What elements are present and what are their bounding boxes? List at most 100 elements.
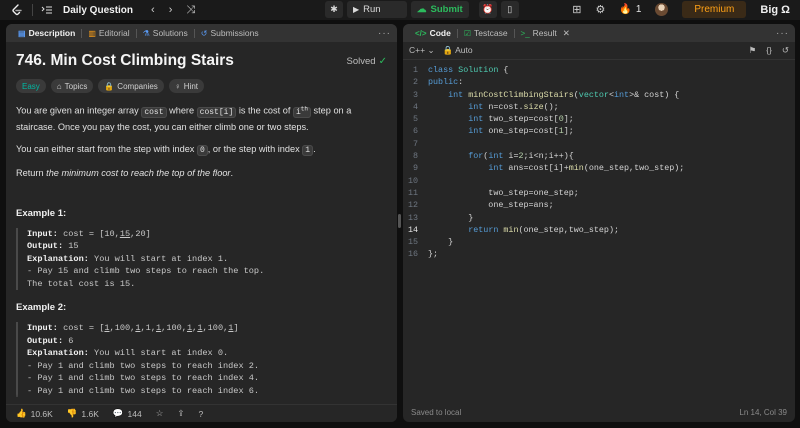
big-o-brand[interactable]: Big Ω	[760, 4, 790, 16]
dislike-button[interactable]: 👎 1.6K	[67, 408, 99, 419]
notes-button[interactable]: ▯	[500, 1, 519, 18]
chevron-right-icon[interactable]: ›	[169, 4, 173, 16]
description-paragraph: You are given an integer array cost wher…	[16, 102, 387, 134]
tab-solutions[interactable]: ⚗ Solutions	[137, 24, 194, 42]
code-text: public:	[428, 77, 464, 88]
topics-tag[interactable]: ⌂ Topics	[50, 79, 94, 93]
thumbs-up-icon: 👍	[16, 408, 27, 418]
tab-code[interactable]: </> Code	[409, 24, 457, 42]
code-line[interactable]: 10	[403, 175, 795, 187]
share-button[interactable]: ⇪	[177, 408, 184, 419]
timer-button[interactable]: ⏰	[478, 1, 497, 18]
code-line[interactable]: 6 int one_step=cost[1];	[403, 125, 795, 137]
flask-icon: ⚗	[142, 28, 150, 38]
code-line[interactable]: 15 }	[403, 236, 795, 248]
text: is the cost of	[236, 105, 293, 116]
hint-tag[interactable]: ♀ Hint	[168, 79, 204, 93]
code-line[interactable]: 14 return min(one_step,two_step);	[403, 224, 795, 236]
streak-counter[interactable]: 🔥 1	[619, 4, 641, 15]
star-icon: ☆	[155, 408, 164, 418]
avatar[interactable]	[655, 3, 669, 16]
tab-label: Testcase	[474, 28, 508, 38]
favorite-button[interactable]: ☆	[156, 408, 164, 419]
tab-submissions[interactable]: ↺ Submissions	[195, 24, 265, 42]
debug-button[interactable]: ✱	[325, 1, 343, 18]
autocomplete-toggle[interactable]: 🔒 Auto	[443, 45, 473, 56]
left-tab-bar: ▤ Description ▥ Editorial ⚗ Solutions ↺ …	[6, 24, 397, 42]
problem-description: You are given an integer array cost wher…	[16, 102, 387, 180]
braces-icon[interactable]: {}	[766, 45, 772, 56]
tab-label: Editorial	[98, 28, 130, 38]
solved-status: Solved ✓	[347, 56, 387, 67]
code-text: };	[428, 249, 439, 260]
code-line[interactable]: 3 int minCostClimbingStairs(vector<int>&…	[403, 89, 795, 101]
more-options-icon[interactable]: ···	[378, 28, 391, 39]
code-line[interactable]: 8 for(int i=2;i<n;i++){	[403, 150, 795, 162]
text: ]	[233, 323, 239, 334]
code-line[interactable]: 7	[403, 138, 795, 150]
run-button[interactable]: ▶ Run	[347, 1, 407, 18]
chevron-down-icon: ⌄	[427, 45, 435, 55]
label: Input:	[27, 323, 58, 334]
code-editor[interactable]: 1 class Solution {2 public: 3 int minCostCl…	[403, 60, 795, 385]
companies-tag[interactable]: 🔒 Companies	[98, 79, 164, 93]
tab-label: Code	[429, 28, 451, 38]
play-icon: ▶	[353, 5, 360, 14]
problem-title[interactable]: 746. Min Cost Climbing Stairs	[16, 52, 234, 70]
daily-question-title[interactable]: Daily Question	[63, 5, 133, 16]
divider	[32, 4, 33, 16]
text: , or the step with index	[207, 143, 303, 154]
code-line[interactable]: 13 }	[403, 212, 795, 224]
shuffle-icon[interactable]: ⤨	[186, 4, 195, 17]
line-number: 15	[407, 237, 418, 248]
tab-editorial[interactable]: ▥ Editorial	[82, 24, 135, 42]
code-icon: </>	[415, 28, 427, 38]
language-select[interactable]: C++ ⌄	[409, 45, 435, 56]
layout-grid-icon[interactable]: ⊞	[572, 3, 581, 16]
problem-content: 746. Min Cost Climbing Stairs Solved ✓ E…	[6, 42, 397, 404]
reset-icon[interactable]: ↺	[782, 45, 789, 56]
superscript: th	[300, 105, 308, 112]
chevron-left-icon[interactable]: ‹	[151, 4, 155, 16]
panel-resize-handle[interactable]	[398, 214, 401, 228]
code-text: int n=cost.size();	[468, 101, 559, 112]
code-line[interactable]: 9 int ans=cost[i]+min(one_step,two_step)…	[403, 162, 795, 174]
editorial-icon: ▥	[88, 28, 96, 38]
tag-icon: ⌂	[56, 81, 62, 91]
label: Explanation:	[27, 253, 89, 264]
comments-button[interactable]: 💬 144	[113, 408, 142, 419]
text: where	[166, 105, 197, 116]
submit-button[interactable]: ☁ Submit	[411, 1, 469, 18]
code-text: }	[428, 237, 454, 248]
leetcode-logo-icon[interactable]	[10, 3, 24, 17]
help-button[interactable]: ?	[198, 409, 203, 419]
solved-label: Solved	[346, 55, 376, 67]
bookmark-icon[interactable]: ⚑	[749, 45, 757, 56]
tab-description[interactable]: ▤ Description	[12, 24, 81, 42]
line-number: 8	[412, 151, 418, 162]
code-line[interactable]: 12 one_step=ans;	[403, 199, 795, 211]
text: - Pay 15 and climb two steps to reach th…	[27, 266, 265, 277]
code-line[interactable]: 5 int two_step=cost[0];	[403, 113, 795, 125]
text: The total cost is 15.	[27, 278, 136, 289]
check-circle-icon: ✓	[378, 55, 387, 67]
description-paragraph: Return the minimum cost to reach the top…	[16, 166, 387, 180]
close-icon[interactable]: ✕	[563, 28, 570, 39]
code-line[interactable]: 11 two_step=one_step;	[403, 187, 795, 199]
code-line[interactable]: 2 public:	[403, 76, 795, 88]
tag-label: Hint	[183, 81, 198, 91]
premium-button[interactable]: Premium	[682, 1, 747, 18]
example-2-title: Example 2:	[16, 302, 67, 314]
gear-icon[interactable]: ⚙	[595, 3, 605, 16]
like-button[interactable]: 👍 10.6K	[16, 408, 53, 419]
text: cost = [	[57, 323, 105, 334]
code-line[interactable]: 1 class Solution {	[403, 64, 795, 76]
code-line[interactable]: 16};	[403, 248, 795, 260]
more-options-icon[interactable]: ···	[776, 28, 789, 39]
code-line[interactable]: 4 int n=cost.size();	[403, 101, 795, 113]
tab-result[interactable]: >_ Result ✕	[515, 24, 576, 42]
problem-tags: Easy ⌂ Topics 🔒 Companies ♀ Hint	[16, 79, 387, 93]
note-icon: ▯	[507, 4, 513, 14]
tab-testcase[interactable]: ☑ Testcase	[458, 24, 514, 42]
problem-list-icon[interactable]	[41, 5, 53, 15]
